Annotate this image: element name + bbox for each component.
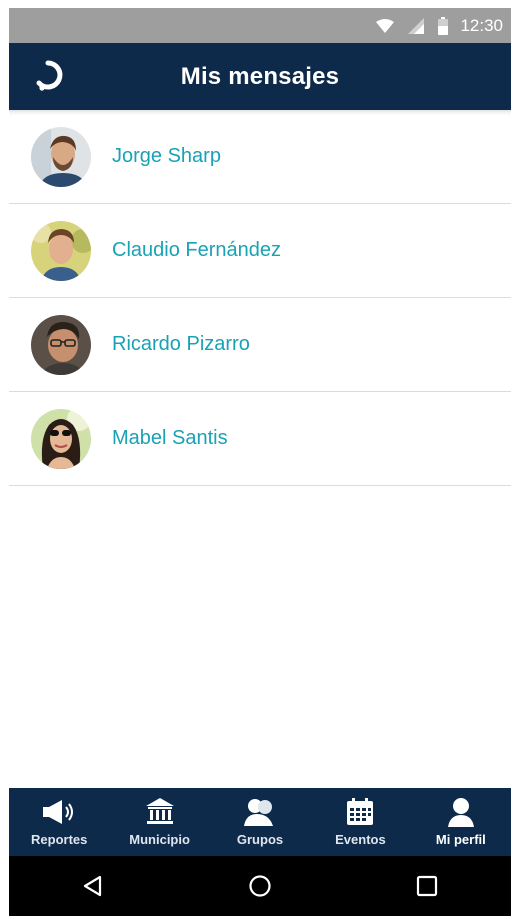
app-logo-icon[interactable] (31, 59, 65, 93)
contact-name: Jorge Sharp (112, 145, 221, 167)
nav-item-eventos[interactable]: Eventos (310, 788, 410, 856)
contact-name: Ricardo Pizarro (112, 333, 250, 355)
bottom-nav: Reportes Municipio Grupos Eventos Mi per… (9, 788, 511, 856)
app-bar: Mis mensajes (9, 43, 511, 110)
group-icon (243, 796, 277, 828)
status-time: 12:30 (460, 15, 503, 35)
message-list: Jorge Sharp Claudio Fernández Ricardo Pi… (9, 110, 511, 790)
person-icon (446, 796, 476, 828)
contact-name: Mabel Santis (112, 427, 228, 449)
nav-label: Eventos (335, 832, 386, 847)
building-icon (145, 796, 175, 828)
status-bar: 12:30 (9, 8, 511, 43)
message-item-ricardo-pizarro[interactable]: Ricardo Pizarro (9, 298, 511, 392)
avatar (31, 220, 91, 281)
system-nav-bar (9, 856, 511, 916)
calendar-icon (345, 796, 375, 828)
avatar (31, 314, 91, 375)
page-title: Mis mensajes (180, 62, 340, 90)
message-item-claudio-fernandez[interactable]: Claudio Fernández (9, 204, 511, 298)
nav-item-grupos[interactable]: Grupos (210, 788, 310, 856)
nav-item-reportes[interactable]: Reportes (9, 788, 109, 856)
nav-label: Mi perfil (435, 832, 486, 847)
battery-icon (438, 16, 449, 35)
megaphone-icon (42, 796, 76, 828)
contact-name: Claudio Fernández (112, 239, 281, 261)
nav-label: Municipio (129, 832, 190, 847)
message-item-jorge-sharp[interactable]: Jorge Sharp (9, 110, 511, 204)
nav-item-mi-perfil[interactable]: Mi perfil (411, 788, 511, 856)
back-icon[interactable] (63, 866, 123, 906)
screen-edge (0, 0, 9, 916)
signal-icon (408, 17, 425, 34)
message-item-mabel-santis[interactable]: Mabel Santis (9, 392, 511, 486)
nav-item-municipio[interactable]: Municipio (109, 788, 209, 856)
home-icon[interactable] (230, 866, 290, 906)
nav-label: Reportes (31, 832, 88, 847)
avatar (31, 408, 91, 469)
avatar (31, 126, 91, 187)
recents-icon[interactable] (397, 866, 457, 906)
wifi-icon (376, 18, 395, 33)
nav-label: Grupos (236, 832, 284, 847)
